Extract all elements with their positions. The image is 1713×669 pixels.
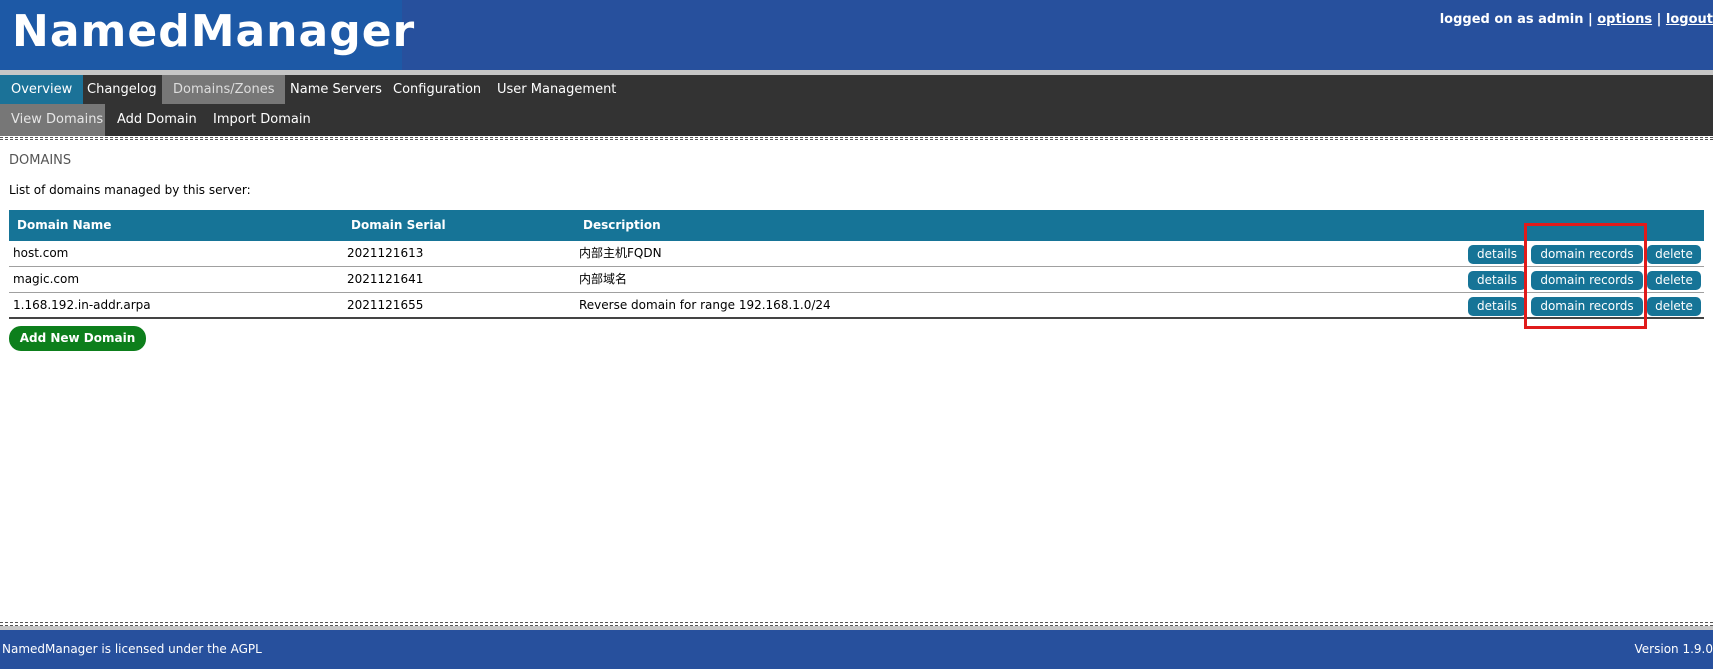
add-new-domain-button[interactable]: Add New Domain: [9, 326, 146, 351]
version-text: Version 1.9.0: [1634, 642, 1713, 656]
user-status-bar: logged on as admin | options | logout: [1440, 12, 1713, 27]
domain-serial-cell: 2021121655: [347, 298, 424, 312]
license-text: NamedManager is licensed under the AGPL: [2, 642, 262, 656]
table-row: 1.168.192.in-addr.arpa 2021121655 Revers…: [9, 293, 1704, 319]
userbar-separator: |: [1652, 12, 1666, 27]
domain-description-cell: 内部主机FQDN: [579, 246, 662, 260]
details-button[interactable]: details: [1468, 271, 1526, 290]
delete-button[interactable]: delete: [1647, 297, 1701, 316]
nav-tab-name-servers[interactable]: Name Servers: [279, 75, 393, 104]
nav-tab-changelog[interactable]: Changelog: [76, 75, 168, 104]
subnav-view-domains[interactable]: View Domains: [0, 104, 105, 136]
header-domain-serial: Domain Serial: [351, 218, 446, 232]
logged-in-text: logged on as admin |: [1439, 12, 1598, 27]
app-header: NamedManager logged on as admin | option…: [0, 0, 1713, 70]
app-footer: NamedManager is licensed under the AGPL …: [0, 630, 1713, 669]
subnav-import-domain[interactable]: Import Domain: [202, 104, 322, 136]
main-nav: Overview Changelog Domains/Zones Name Se…: [0, 75, 1713, 104]
subnav-add-domain[interactable]: Add Domain: [106, 104, 208, 136]
header-domain-name: Domain Name: [17, 218, 112, 232]
domain-name-cell: 1.168.192.in-addr.arpa: [13, 298, 151, 312]
domain-serial-cell: 2021121641: [347, 272, 424, 286]
domain-name-cell: magic.com: [13, 272, 80, 286]
delete-button[interactable]: delete: [1647, 245, 1701, 264]
domain-description-cell: Reverse domain for range 192.168.1.0/24: [579, 298, 831, 312]
intro-text: List of domains managed by this server:: [9, 183, 251, 197]
annotation-highlight-box: [1524, 223, 1647, 329]
details-button[interactable]: details: [1468, 245, 1526, 264]
domain-description-cell: 内部域名: [579, 272, 628, 286]
logout-link[interactable]: logout: [1666, 12, 1713, 27]
domain-name-cell: host.com: [13, 246, 69, 260]
table-header: Domain Name Domain Serial Description: [9, 210, 1704, 241]
domain-serial-cell: 2021121613: [347, 246, 424, 260]
app-title: NamedManager: [12, 6, 416, 57]
nav-tab-overview[interactable]: Overview: [0, 75, 84, 104]
domains-table: Domain Name Domain Serial Description ho…: [9, 210, 1704, 319]
page-title: DOMAINS: [9, 153, 72, 168]
sub-nav: View Domains Add Domain Import Domain: [0, 104, 1713, 136]
header-description: Description: [583, 218, 661, 232]
delete-button[interactable]: delete: [1647, 271, 1701, 290]
nav-tab-configuration[interactable]: Configuration: [382, 75, 492, 104]
logo: NamedManager: [0, 0, 414, 70]
nav-divider: [0, 137, 1713, 140]
table-row: magic.com 2021121641 内部域名 details domain…: [9, 267, 1704, 293]
options-link[interactable]: options: [1597, 12, 1652, 27]
nav-tab-user-management[interactable]: User Management: [486, 75, 627, 104]
nav-tab-domains-zones[interactable]: Domains/Zones: [162, 75, 286, 104]
table-row: host.com 2021121613 内部主机FQDN details dom…: [9, 241, 1704, 267]
details-button[interactable]: details: [1468, 297, 1526, 316]
